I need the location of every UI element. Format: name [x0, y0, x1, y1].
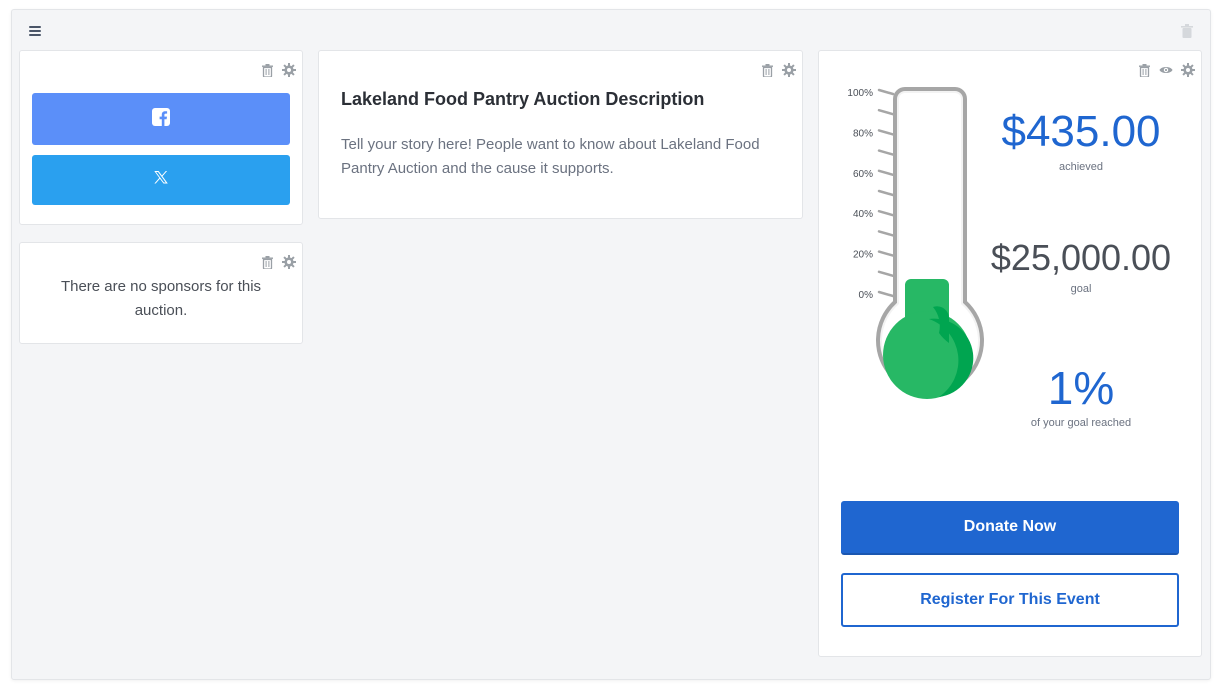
thermometer-tick	[877, 169, 895, 177]
no-sponsors-message: There are no sponsors for this auction.	[60, 278, 262, 319]
thermometer-graphic: 100% 80% 60% 40% 20% 0%	[847, 87, 984, 399]
thermometer-tick	[877, 108, 895, 116]
description-body: Tell your story here! People want to kno…	[341, 136, 760, 177]
trash-icon[interactable]	[1180, 24, 1194, 38]
goal-label: goal	[1070, 283, 1092, 295]
facebook-icon	[152, 107, 170, 131]
eye-icon[interactable]	[1159, 63, 1173, 77]
achieved-amount: $435.00	[1001, 107, 1161, 156]
thermometer-scale-label: 60%	[853, 169, 873, 180]
thermometer-tick	[877, 189, 895, 197]
thermometer-scale-label: 20%	[853, 250, 873, 261]
gear-icon[interactable]	[282, 255, 296, 269]
thermometer-tick	[877, 88, 895, 96]
achieved-stat: $435.00 achieved	[981, 107, 1181, 173]
gear-icon[interactable]	[782, 63, 796, 77]
gear-icon[interactable]	[282, 63, 296, 77]
share-card	[19, 50, 303, 225]
thermometer-scale-label: 40%	[853, 209, 873, 220]
thermometer-tick	[877, 149, 895, 156]
x-share-button[interactable]	[32, 155, 290, 205]
thermometer-tick	[877, 209, 895, 217]
thermometer-tick	[877, 230, 895, 237]
percent-label: of your goal reached	[1030, 417, 1132, 429]
trash-icon[interactable]	[260, 255, 274, 269]
percent-stat: 1% of your goal reached	[981, 363, 1181, 429]
trash-icon[interactable]	[1137, 63, 1151, 77]
facebook-share-button[interactable]	[32, 93, 290, 145]
page-builder-canvas: There are no sponsors for this auction. …	[11, 9, 1211, 680]
donate-now-button[interactable]: Donate Now	[841, 501, 1179, 555]
thermometer-scale-label: 0%	[859, 290, 874, 301]
thermometer-tick	[877, 270, 895, 278]
thermometer-scale-label: 100%	[847, 88, 873, 99]
fundraising-thermometer-card: 100% 80% 60% 40% 20% 0% $435.00 achieved $25,…	[818, 50, 1202, 657]
goal-stat: $25,000.00 goal	[981, 237, 1181, 295]
thermometer-scale-label: 80%	[853, 128, 873, 139]
sponsors-card: There are no sponsors for this auction.	[19, 242, 303, 344]
thermometer-tick	[877, 290, 895, 298]
goal-amount: $25,000.00	[990, 237, 1172, 278]
achieved-label: achieved	[1058, 161, 1104, 173]
x-twitter-icon	[153, 170, 169, 190]
register-event-button[interactable]: Register For This Event	[841, 573, 1179, 627]
thermometer-tick	[877, 129, 895, 136]
gear-icon[interactable]	[1181, 63, 1195, 77]
trash-icon[interactable]	[260, 63, 274, 77]
description-card: Lakeland Food Pantry Auction Description…	[318, 50, 803, 219]
percent-reached: 1%	[1047, 362, 1115, 414]
hamburger-menu-icon[interactable]	[29, 25, 41, 37]
description-title: Lakeland Food Pantry Auction Description	[341, 89, 705, 109]
trash-icon[interactable]	[760, 63, 774, 77]
thermometer-tick	[877, 250, 895, 257]
